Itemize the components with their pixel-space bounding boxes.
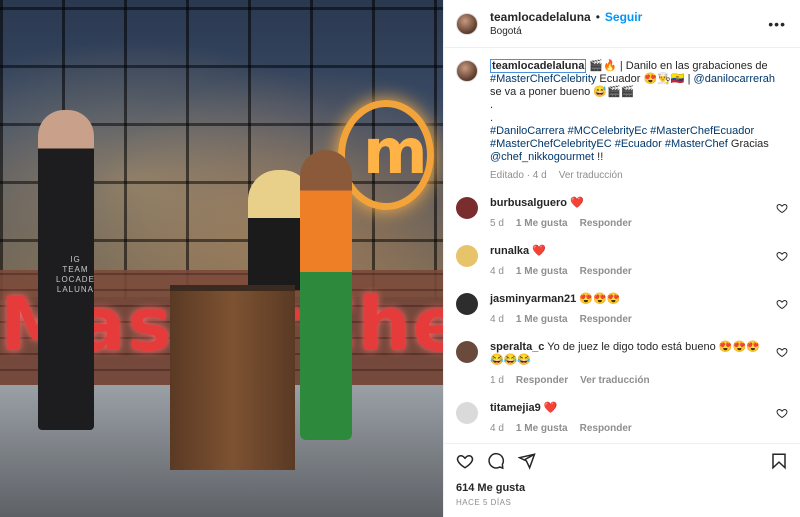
judges-desk [170, 285, 295, 470]
avatar[interactable] [456, 402, 478, 424]
post-photo[interactable]: MasterChef IG TEAM LOCADE LALUNA [0, 0, 443, 517]
comment-item: runalka ❤️ 4 d 1 Me gusta Responder [456, 245, 788, 277]
comment-likes[interactable]: 1 Me gusta [516, 314, 568, 325]
comment-text: runalka ❤️ [490, 245, 770, 258]
comment-heart-icon[interactable] [776, 346, 788, 358]
hashtag-link[interactable]: #MasterChefCelebrity [490, 73, 596, 85]
caption-part: . [490, 112, 494, 124]
more-options-icon[interactable]: ••• [768, 16, 786, 32]
post-date[interactable]: HACE 5 DÍAS [456, 498, 788, 507]
avatar[interactable] [456, 197, 478, 219]
comment-body: runalka ❤️ 4 d 1 Me gusta Responder [490, 245, 770, 277]
comment-time: 4 d [490, 423, 504, 434]
comment-text: titamejia9 ❤️ [490, 402, 770, 415]
action-icons [456, 452, 788, 470]
reply-button[interactable]: Responder [580, 423, 632, 434]
likes-count[interactable]: 614 Me gusta [456, 482, 788, 494]
comment-meta: 4 d 1 Me gusta Responder [490, 423, 770, 434]
photo-watermark: IG TEAM LOCADE LALUNA [56, 255, 95, 294]
comment-username[interactable]: runalka [490, 245, 529, 257]
comment-body: burbusalguero ❤️ 5 d 1 Me gusta Responder [490, 197, 770, 229]
comment-item: titamejia9 ❤️ 4 d 1 Me gusta Responder [456, 402, 788, 434]
avatar[interactable] [456, 341, 478, 363]
comment-likes[interactable]: 1 Me gusta [516, 423, 568, 434]
caption-part: !! [594, 151, 604, 163]
post-header: teamlocadelaluna • Seguir Bogotá ••• [444, 0, 800, 48]
instagram-post-view: MasterChef IG TEAM LOCADE LALUNA teamloc… [0, 0, 800, 517]
reply-button[interactable]: Responder [580, 218, 632, 229]
comment-meta: 4 d 1 Me gusta Responder [490, 266, 770, 277]
header-row: teamlocadelaluna • Seguir [490, 10, 642, 24]
caption-part: se va a poner bueno 😅🎬🎬 [490, 86, 635, 98]
mention-link[interactable]: @danilocarrerah [694, 73, 776, 85]
comment-username[interactable]: titamejia9 [490, 402, 541, 414]
bookmark-icon[interactable] [770, 452, 788, 470]
comment-item: jasminyarman21 😍😍😍 4 d 1 Me gusta Responder [456, 293, 788, 325]
comment-meta: 5 d 1 Me gusta Responder [490, 218, 770, 229]
comment-heart-icon[interactable] [776, 202, 788, 214]
comment-username[interactable]: burbusalguero [490, 197, 567, 209]
avatar[interactable] [456, 245, 478, 267]
avatar[interactable] [456, 60, 478, 82]
comment-content: ❤️ [540, 402, 558, 414]
comment-icon[interactable] [487, 452, 505, 470]
caption-part: . [490, 99, 494, 111]
header-info: teamlocadelaluna • Seguir Bogotá [490, 10, 642, 37]
comment-meta: 1 d Responder Ver traducción [490, 375, 770, 386]
location-label[interactable]: Bogotá [490, 26, 642, 37]
comment-text: speralta_c Yo de juez le digo todo está … [490, 341, 770, 367]
comment-body: speralta_c Yo de juez le digo todo está … [490, 341, 770, 386]
comment-content: 😍😍😍 [576, 293, 621, 305]
comment-time: 4 d [490, 314, 504, 325]
caption: teamlocadelaluna 🎬🔥 | Danilo en las grab… [456, 59, 788, 181]
comment-list: burbusalguero ❤️ 5 d1 Me gusta Responder ru… [456, 197, 788, 434]
comment-body: titamejia9 ❤️ 4 d 1 Me gusta Responder [490, 402, 770, 434]
heart-icon[interactable] [456, 452, 474, 470]
comment-time: 5 d [490, 218, 504, 229]
comment-time: 4 d [490, 266, 504, 277]
header-username[interactable]: teamlocadelaluna [490, 10, 591, 24]
masterchef-logo [338, 100, 434, 210]
comment-content: ❤️ [567, 197, 584, 209]
caption-part: Gracias [727, 138, 769, 150]
comment-likes[interactable]: 1 Me gusta [516, 218, 568, 229]
mention-link[interactable]: @chef_nikkogourmet [490, 151, 594, 163]
caption-text: teamlocadelaluna 🎬🔥 | Danilo en las grab… [490, 59, 780, 164]
translate-button[interactable]: Ver traducción [580, 375, 649, 386]
edited-label: Editado · 4 d [490, 170, 547, 181]
action-bar: 614 Me gusta HACE 5 DÍAS [444, 443, 800, 517]
hashtag-links[interactable]: #DaniloCarrera #MCCelebrityEc #MasterChe… [490, 125, 754, 150]
follow-button[interactable]: Seguir [605, 10, 642, 24]
separator-dot: • [595, 10, 600, 24]
reply-button[interactable]: Responder [580, 266, 632, 277]
comments-scroll[interactable]: teamlocadelaluna 🎬🔥 | Danilo en las grab… [444, 48, 800, 443]
comment-likes[interactable]: 1 Me gusta [516, 266, 568, 277]
caption-part: Ecuador 😍👨‍🍳🇪🇨 | [596, 73, 694, 85]
comment-username[interactable]: speralta_c [490, 341, 544, 353]
caption-part: 🎬🔥 | Danilo en las grabaciones de [589, 60, 768, 72]
avatar[interactable] [456, 293, 478, 315]
caption-meta: Editado · 4 d Ver traducción [490, 170, 780, 181]
translate-button[interactable]: Ver traducción [559, 170, 623, 181]
comment-time: 1 d [490, 375, 504, 386]
comment-heart-icon[interactable] [776, 298, 788, 310]
comment-body: jasminyarman21 😍😍😍 4 d 1 Me gusta Responder [490, 293, 770, 325]
comment-content: ❤️ [529, 245, 546, 257]
comment-item: speralta_c Yo de juez le digo todo está … [456, 341, 788, 386]
comment-item: burbusalguero ❤️ 5 d 1 Me gusta Responder [456, 197, 788, 229]
post-side-panel: teamlocadelaluna • Seguir Bogotá ••• tea… [443, 0, 800, 517]
person-host [300, 150, 352, 440]
comment-heart-icon[interactable] [776, 250, 788, 262]
comment-username[interactable]: jasminyarman21 [490, 293, 576, 305]
caption-username[interactable]: teamlocadelaluna [490, 59, 587, 73]
comment-text: jasminyarman21 😍😍😍 [490, 293, 770, 306]
reply-button[interactable]: Responder [516, 375, 568, 386]
avatar[interactable] [456, 12, 478, 35]
comment-heart-icon[interactable] [776, 407, 788, 419]
comment-text: burbusalguero ❤️ [490, 197, 770, 210]
share-icon[interactable] [518, 452, 536, 470]
comment-meta: 4 d 1 Me gusta Responder [490, 314, 770, 325]
reply-button[interactable]: Responder [580, 314, 632, 325]
